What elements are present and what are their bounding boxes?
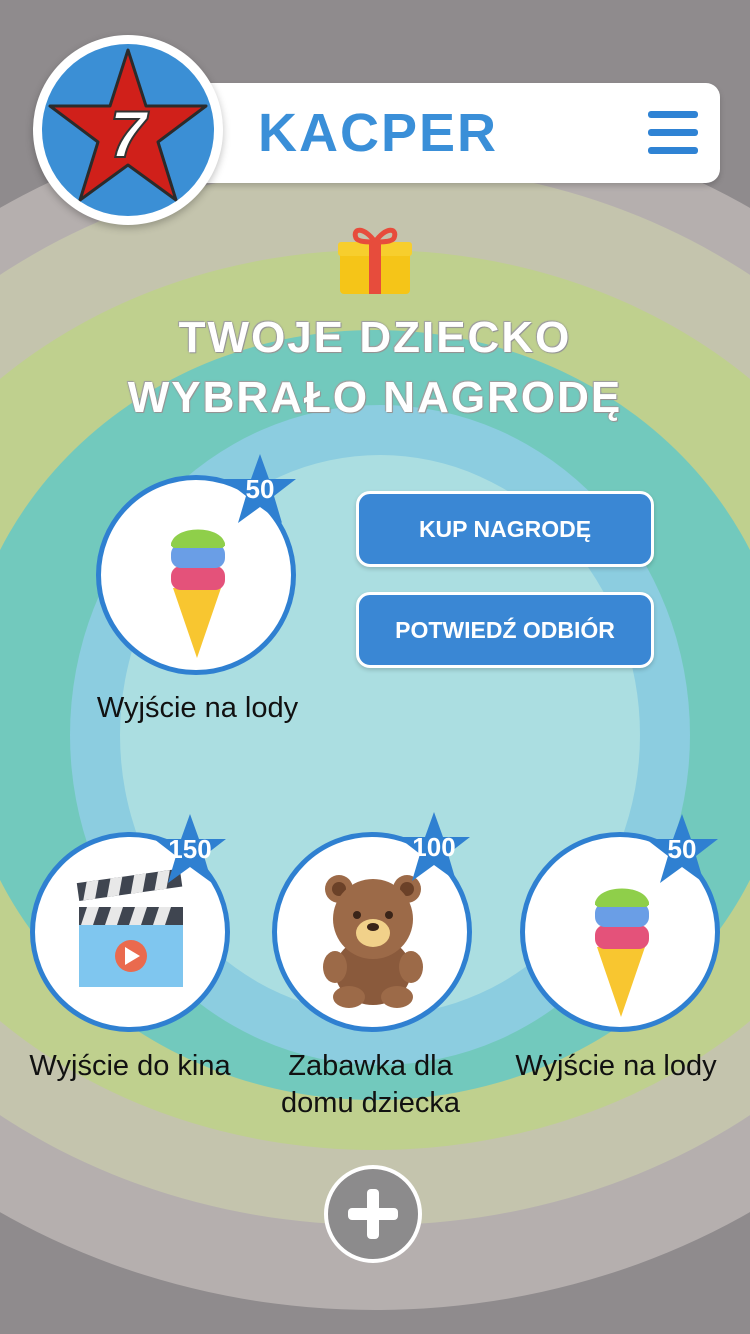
points-value: 50	[667, 834, 697, 864]
reward-label: Wyjście na lody	[515, 1050, 717, 1082]
hamburger-menu-icon[interactable]	[648, 111, 698, 155]
headline: TWOJE DZIECKO WYBRAŁO NAGRODĘ	[75, 308, 675, 428]
selected-reward-label: Wyjście na lody	[96, 692, 299, 724]
points-star: 150	[152, 812, 228, 886]
buy-reward-button[interactable]: KUP NAGRODĘ	[356, 491, 654, 567]
reward-label: Wyjście do kina	[29, 1050, 231, 1082]
level-badge[interactable]: 7	[33, 35, 223, 225]
add-reward-button[interactable]	[324, 1165, 422, 1263]
gift-icon	[338, 227, 412, 294]
headline-line-1: TWOJE DZIECKO	[178, 313, 572, 362]
points-value: 150	[168, 834, 212, 864]
points-value: 100	[412, 832, 456, 862]
header-bar: KACPER	[150, 83, 720, 183]
level-number: 7	[109, 96, 148, 172]
headline-line-2: WYBRAŁO NAGRODĘ	[127, 373, 623, 422]
reward-label: Zabawka dla domu dziecka	[281, 1050, 460, 1119]
child-name: KACPER	[258, 103, 499, 163]
points-value: 50	[245, 474, 275, 504]
confirm-pickup-button[interactable]: POTWIEDŹ ODBIÓR	[356, 592, 654, 668]
points-star: 50	[644, 812, 720, 886]
points-star: 50	[222, 452, 298, 526]
points-star: 100	[396, 810, 472, 884]
